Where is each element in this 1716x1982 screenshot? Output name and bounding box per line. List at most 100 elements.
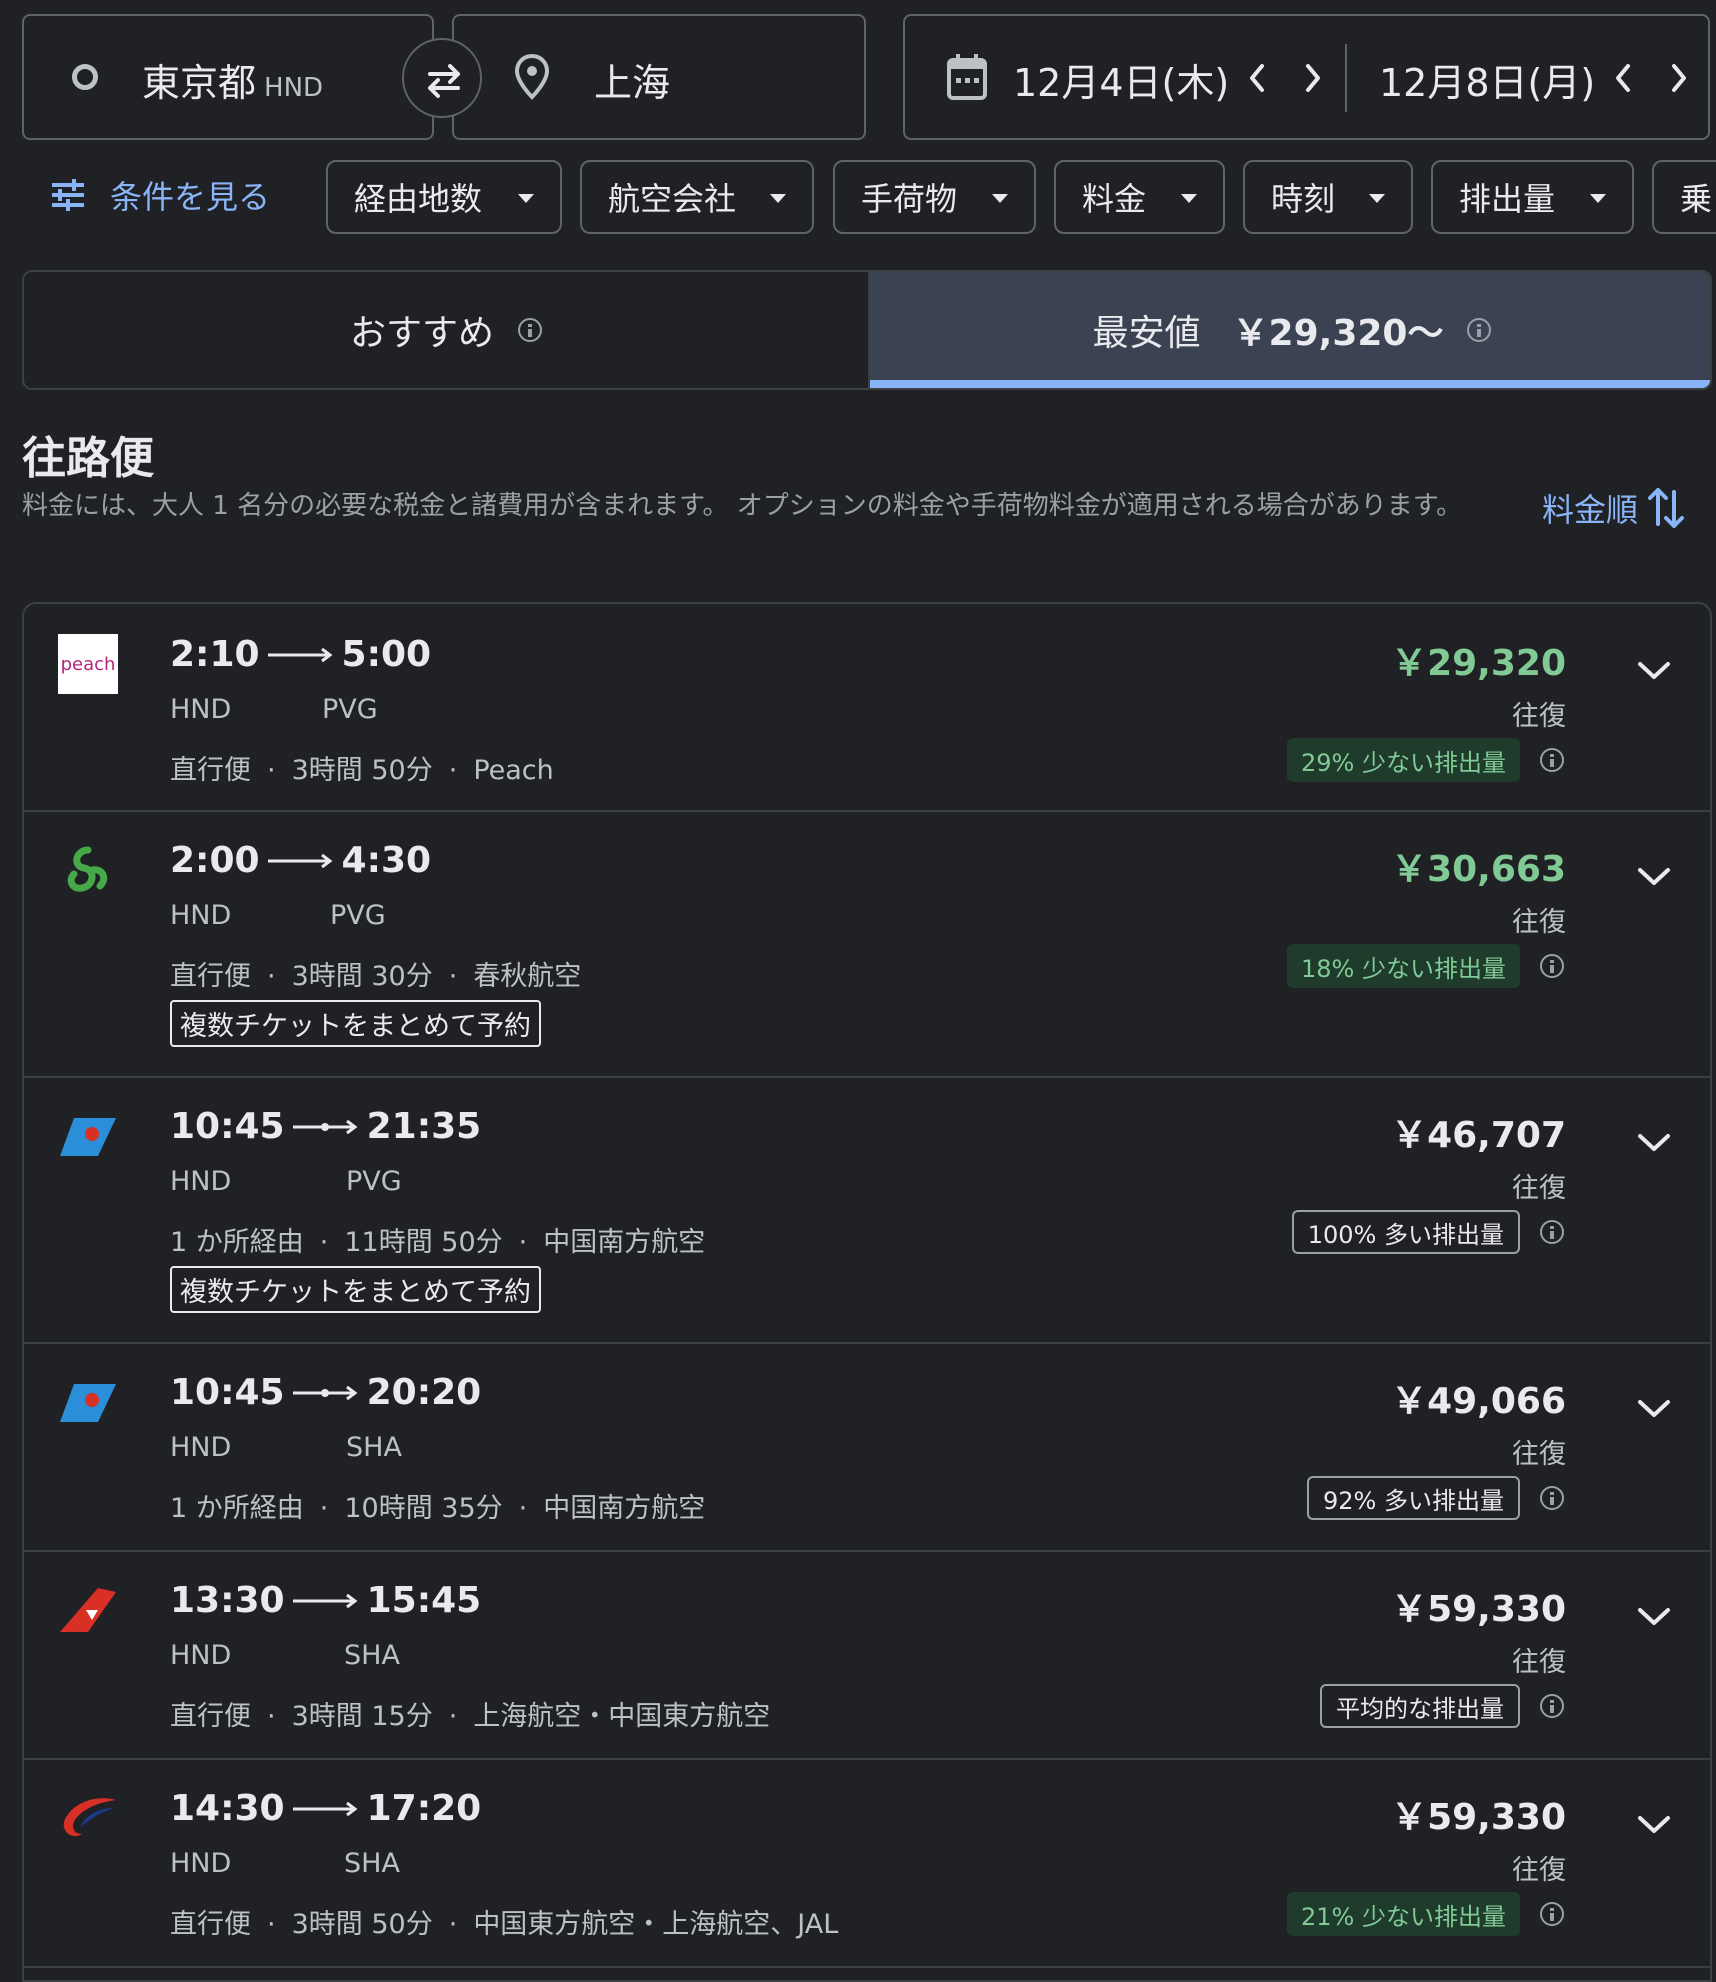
dropdown-caret-icon [992, 194, 1008, 203]
flight-row[interactable]: 10:45 21:35 HND PVG 1 か所経由 · 11時間 50分 · 中国南方… [24, 1076, 1710, 1344]
filter-emissions[interactable]: 排出量 [1431, 160, 1634, 234]
emissions-info-icon[interactable] [1540, 1902, 1564, 1926]
depart-time: 10:45 [170, 1106, 285, 1147]
depart-prev-chevron-icon[interactable] [1245, 60, 1269, 96]
emissions-info-icon[interactable] [1540, 1220, 1564, 1244]
trip-type: 往復 [1512, 701, 1566, 732]
origin-airport: HND [170, 1166, 232, 1197]
section-title: 往路便 [22, 433, 154, 484]
origin-circle-icon [72, 64, 98, 90]
origin-airport: HND [170, 694, 232, 725]
origin-field[interactable]: 東京都 HND [22, 14, 434, 140]
airline: Peach [473, 755, 554, 786]
filter-emissions-label: 排出量 [1459, 180, 1556, 218]
date-field[interactable]: 12月4日(木) 12月8日(月) [903, 14, 1710, 140]
emissions-info-icon[interactable] [1540, 748, 1564, 772]
expand-chevron-icon[interactable] [1636, 864, 1672, 888]
filter-airlines[interactable]: 航空会社 [580, 160, 814, 234]
filter-airlines-label: 航空会社 [608, 180, 737, 218]
tab-cheapest-label: 最安値 [1092, 313, 1201, 354]
trip-type: 往復 [1512, 907, 1566, 938]
destination-city: 上海 [594, 61, 671, 105]
flight-row[interactable]: 10:45 20:20 HND SHA 1 か所経由 · 10時間 35分 · 中国南方… [24, 1342, 1710, 1552]
filter-baggage-label: 手荷物 [861, 180, 958, 218]
flight-results: peach 2:10 5:00 HND PVG 直行便 · 3時間 50分 · Peac… [22, 602, 1712, 1982]
price: ￥59,330 [1391, 1797, 1566, 1838]
return-prev-chevron-icon[interactable] [1611, 60, 1635, 96]
trip-type: 往復 [1512, 1647, 1566, 1678]
trip-type: 往復 [1512, 1855, 1566, 1886]
arrive-time: 4:30 [341, 840, 432, 881]
multi-ticket-badge: 複数チケットをまとめて予約 [170, 1266, 541, 1313]
peach-logo-icon: peach [58, 634, 118, 694]
tab-recommended-label: おすすめ [349, 313, 494, 354]
tab-recommended[interactable]: おすすめ [24, 272, 868, 388]
all-filters-button[interactable]: 条件を見る [50, 172, 270, 218]
airline: 春秋航空 [473, 961, 582, 992]
stops: 直行便 [170, 1909, 251, 1940]
depart-time: 10:45 [170, 1372, 285, 1413]
stops: 直行便 [170, 1701, 251, 1732]
depart-date[interactable]: 12月4日(木) [1013, 52, 1229, 107]
expand-chevron-icon[interactable] [1636, 1130, 1672, 1154]
expand-chevron-icon[interactable] [1636, 658, 1672, 682]
dropdown-caret-icon [518, 194, 534, 203]
emissions-badge: 29% 少ない排出量 [1287, 738, 1520, 782]
filter-stops-label: 経由地数 [354, 180, 483, 218]
trip-type: 往復 [1512, 1439, 1566, 1470]
destination-airport: PVG [330, 900, 386, 931]
dropdown-caret-icon [1590, 194, 1606, 203]
airline: 中国東方航空・上海航空、JAL [473, 1909, 839, 1940]
origin-airport: HND [170, 1848, 232, 1879]
depart-time: 2:10 [170, 634, 260, 675]
sort-tabs: おすすめ 最安値 ￥29,320～ [22, 270, 1712, 390]
expand-chevron-icon[interactable] [1636, 1396, 1672, 1420]
duration: 3時間 50分 [291, 1909, 433, 1940]
flight-row[interactable]: 13:30 15:45 HND SHA 直行便 · 3時間 15分 · 上海航空・中国東… [24, 1550, 1710, 1760]
emissions-info-icon[interactable] [1540, 1486, 1564, 1510]
filter-times-label: 時刻 [1271, 180, 1336, 218]
emissions-badge: 21% 少ない排出量 [1287, 1892, 1520, 1936]
info-icon[interactable] [1467, 318, 1492, 342]
swap-button[interactable] [402, 38, 482, 118]
origin-airport: HND [170, 900, 232, 931]
flight-row[interactable]: peach 2:10 5:00 HND PVG 直行便 · 3時間 50分 · Peac… [24, 604, 1710, 812]
info-icon[interactable] [518, 318, 542, 342]
destination-airport: SHA [346, 1432, 402, 1463]
filter-stops[interactable]: 経由地数 [326, 160, 562, 234]
filter-baggage[interactable]: 手荷物 [833, 160, 1036, 234]
expand-chevron-icon[interactable] [1636, 1812, 1672, 1836]
flight-row[interactable]: 2:00 4:30 HND PVG 直行便 · 3時間 30分 · 春秋航空 複数チケッ… [24, 810, 1710, 1078]
trip-type: 往復 [1512, 1173, 1566, 1204]
emissions-badge: 100% 多い排出量 [1291, 1210, 1520, 1254]
tab-cheapest-price: ￥29,320～ [1232, 313, 1444, 354]
return-date[interactable]: 12月8日(月) [1379, 52, 1595, 107]
stops: 1 か所経由 [170, 1227, 304, 1258]
flight-row[interactable]: 14:30 17:20 HND SHA 直行便 · 3時間 50分 · 中国東方航空・上… [24, 1758, 1710, 1968]
tune-icon [52, 179, 84, 211]
dropdown-caret-icon [1369, 194, 1385, 203]
sort-arrows-icon [1648, 488, 1685, 528]
arrow-icon [267, 853, 333, 868]
filter-times[interactable]: 時刻 [1243, 160, 1413, 234]
return-next-chevron-icon[interactable] [1667, 60, 1691, 96]
emissions-info-icon[interactable] [1540, 954, 1564, 978]
filter-connecting-label: 乗 [1680, 180, 1713, 218]
filter-connecting[interactable]: 乗 [1652, 160, 1716, 234]
arrive-time: 21:35 [366, 1106, 482, 1147]
expand-chevron-icon[interactable] [1636, 1604, 1672, 1628]
arrive-time: 17:20 [366, 1788, 482, 1829]
arrive-time: 5:00 [341, 634, 432, 675]
sort-by-price-button[interactable]: 料金順 [1542, 484, 1686, 532]
price: ￥30,663 [1391, 849, 1566, 890]
arrive-time: 20:20 [366, 1372, 482, 1413]
filter-price[interactable]: 料金 [1054, 160, 1225, 234]
china-eastern-logo-icon [63, 1798, 116, 1837]
stops: 1 か所経由 [170, 1493, 304, 1524]
depart-next-chevron-icon[interactable] [1301, 60, 1325, 96]
destination-field[interactable]: 上海 [452, 14, 866, 140]
emissions-info-icon[interactable] [1540, 1694, 1564, 1718]
tab-cheapest[interactable]: 最安値 ￥29,320～ [868, 272, 1710, 388]
origin-airport: HND [170, 1432, 232, 1463]
duration: 3時間 30分 [291, 961, 433, 992]
